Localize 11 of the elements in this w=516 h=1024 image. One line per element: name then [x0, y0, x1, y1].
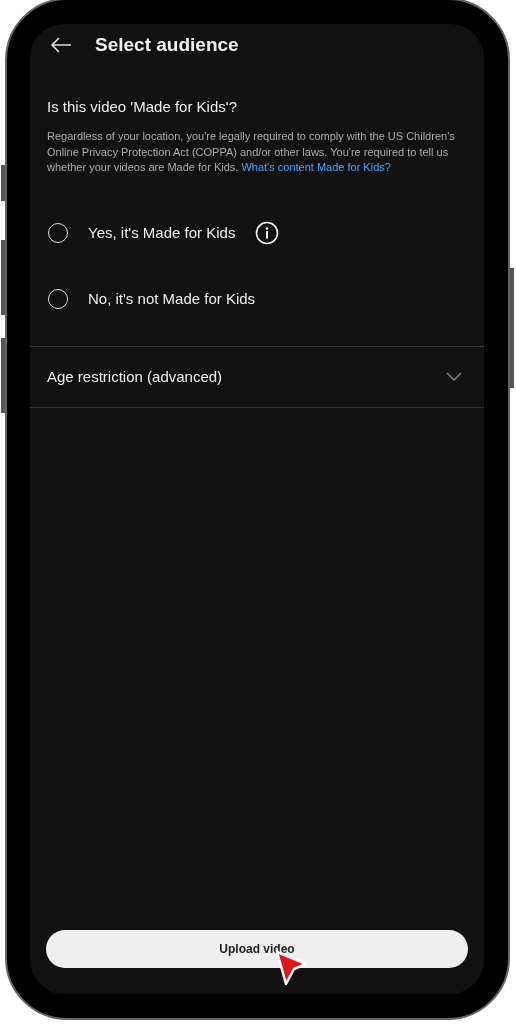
option-label[interactable]: Yes, it's Made for Kids [88, 224, 236, 241]
question-title: Is this video 'Made for Kids'? [47, 98, 238, 115]
explanation-text: Regardless of your location, you're legally required to comply with the US Children's Online Privacy Protection Act (COPPA) and/or other laws. You're required to tell us whether your videos are Made for Kids. What's content Made for Kids? [47, 129, 456, 175]
back-arrow-icon[interactable] [50, 36, 72, 54]
upload-button[interactable]: Upload video [46, 930, 468, 968]
screen-title: Select audience [95, 34, 239, 56]
learn-more-link[interactable]: What's content Made for Kids? [241, 161, 391, 173]
option-label[interactable]: No, it's not Made for Kids [88, 290, 256, 307]
age-restriction-row[interactable]: Age restriction (advanced) [30, 345, 484, 408]
section-label: Age restriction (advanced) [47, 368, 223, 385]
info-icon[interactable] [255, 220, 280, 245]
